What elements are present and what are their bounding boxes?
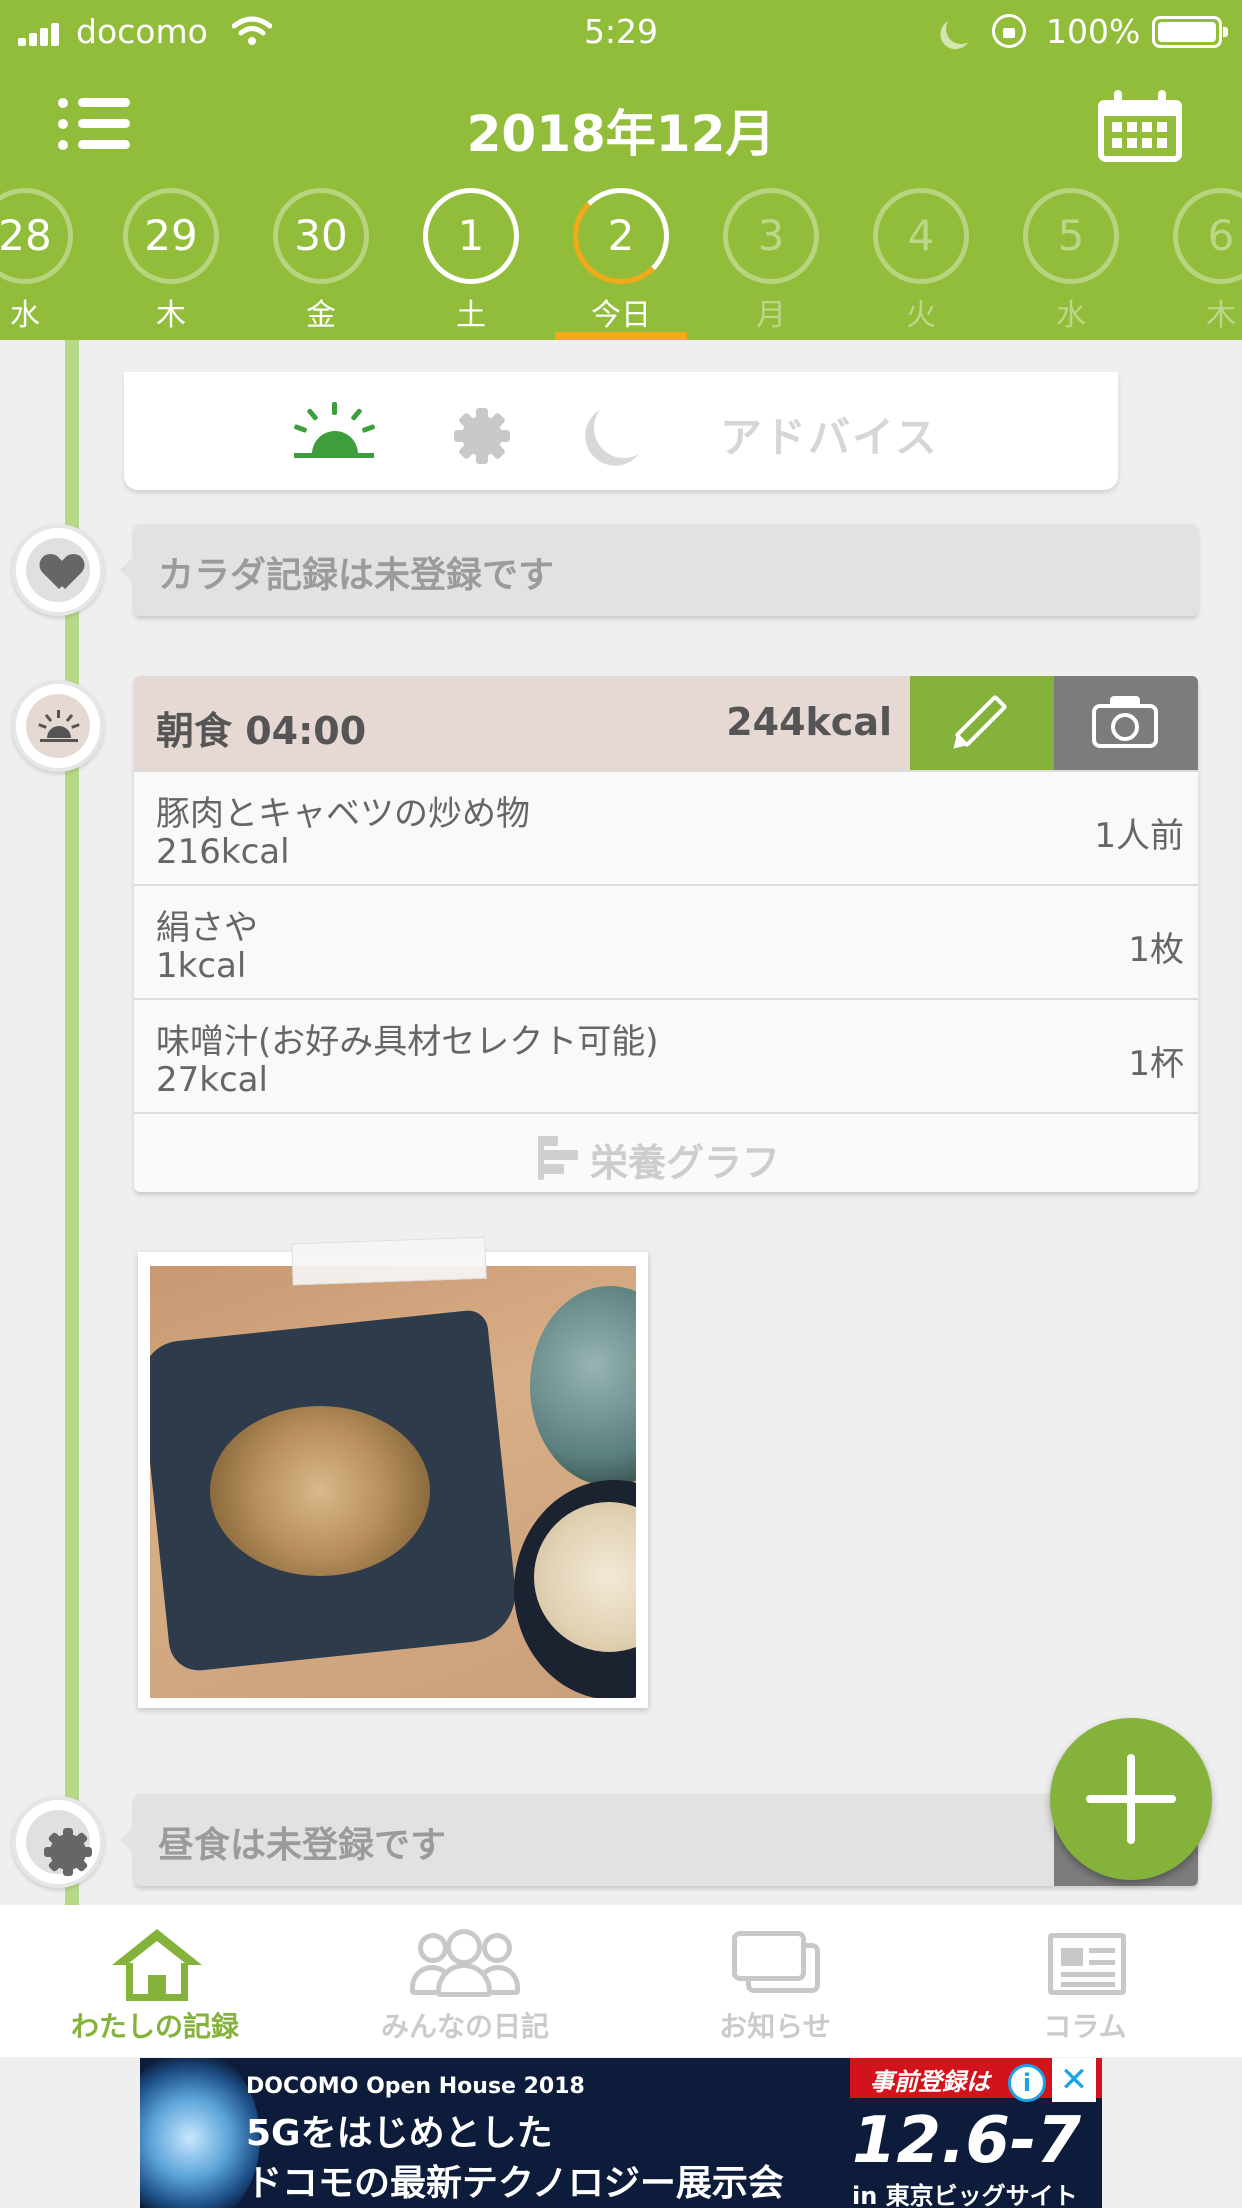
date-strip: 28 水 29 木 30 金 1 土 2 今日 3 月 4 火 5 水 6 木	[0, 186, 1242, 340]
ad-close-icon[interactable]: ✕	[1052, 2058, 1096, 2102]
tab-notices[interactable]: お知らせ	[620, 1905, 930, 2057]
advice-link[interactable]: アドバイス	[720, 404, 939, 465]
body-record-empty[interactable]: カラダ記録は未登録です	[120, 524, 1198, 616]
food-item[interactable]: 味噌汁(お好み具材セレクト可能) 27kcal 1杯	[134, 998, 1198, 1112]
date-item[interactable]: 28 水	[0, 186, 100, 340]
today-indicator	[555, 332, 687, 340]
battery-percent: 100%	[1046, 12, 1141, 51]
lunch-empty[interactable]: 昼食は未登録です	[120, 1794, 1198, 1886]
battery-icon	[1152, 16, 1228, 48]
month-title: 2018年12月	[466, 105, 776, 163]
heart-chart-icon	[43, 555, 81, 589]
nutrition-graph-button[interactable]: 栄養グラフ	[134, 1112, 1198, 1192]
meal-title: 朝食 04:00	[156, 709, 367, 753]
breakfast-node	[12, 680, 104, 772]
advice-card: アドバイス	[124, 372, 1118, 490]
date-item[interactable]: 1 土	[396, 186, 546, 340]
date-item[interactable]: 30 金	[246, 186, 396, 340]
date-item-today[interactable]: 2 今日	[546, 186, 696, 340]
body-record-node	[12, 524, 104, 616]
status-bar: docomo 5:29 100%	[0, 0, 1242, 64]
photo-tape	[291, 1236, 487, 1286]
bottom-tab-bar: わたしの記録 みんなの日記 お知らせ コラム	[0, 1905, 1242, 2057]
rotation-lock-icon	[992, 14, 1026, 48]
tab-everyone-diary[interactable]: みんなの日記	[310, 1905, 620, 2057]
home-icon	[112, 1929, 202, 2001]
add-record-button[interactable]	[1050, 1718, 1212, 1880]
ad-info-icon[interactable]: i	[1008, 2064, 1046, 2102]
moon-icon[interactable]	[589, 393, 659, 463]
pencil-icon	[954, 694, 1008, 748]
date-item[interactable]: 29 木	[96, 186, 246, 340]
date-item[interactable]: 4 火	[846, 186, 996, 340]
date-item[interactable]: 6 木	[1146, 186, 1242, 340]
news-icon	[1048, 1933, 1126, 1995]
date-item[interactable]: 5 水	[996, 186, 1146, 340]
chat-icon	[732, 1931, 820, 1997]
app-header: docomo 5:29 100% 2018年12月 28 水 29 木 30 金…	[0, 0, 1242, 340]
date-item[interactable]: 3 月	[696, 186, 846, 340]
lunch-node	[12, 1796, 104, 1888]
sunrise-icon	[38, 708, 80, 742]
edit-meal-button[interactable]	[910, 676, 1054, 770]
breakfast-card: 朝食 04:00 244kcal 豚肉とキャベツの炒め物 216kcal 1人前…	[134, 676, 1198, 1192]
sunrise-icon[interactable]	[293, 402, 376, 458]
meal-photo[interactable]	[138, 1252, 648, 1708]
food-item[interactable]: 豚肉とキャベツの炒め物 216kcal 1人前	[134, 770, 1198, 884]
bar-chart-icon	[538, 1136, 582, 1180]
tab-my-records[interactable]: わたしの記録	[0, 1905, 310, 2057]
meal-photo-image	[150, 1266, 636, 1698]
people-icon	[410, 1929, 520, 1999]
sun-icon[interactable]	[450, 404, 514, 468]
tab-column[interactable]: コラム	[930, 1905, 1240, 2057]
camera-button[interactable]	[1054, 676, 1198, 770]
food-item[interactable]: 絹さや 1kcal 1枚	[134, 884, 1198, 998]
calendar-button[interactable]	[1098, 90, 1182, 162]
meal-total-kcal: 244kcal	[726, 700, 892, 744]
ad-graphic	[140, 2058, 260, 2208]
ad-banner[interactable]: DOCOMO Open House 2018 5Gをはじめとした ドコモの最新テ…	[140, 2058, 1102, 2208]
sun-icon	[42, 1826, 94, 1878]
